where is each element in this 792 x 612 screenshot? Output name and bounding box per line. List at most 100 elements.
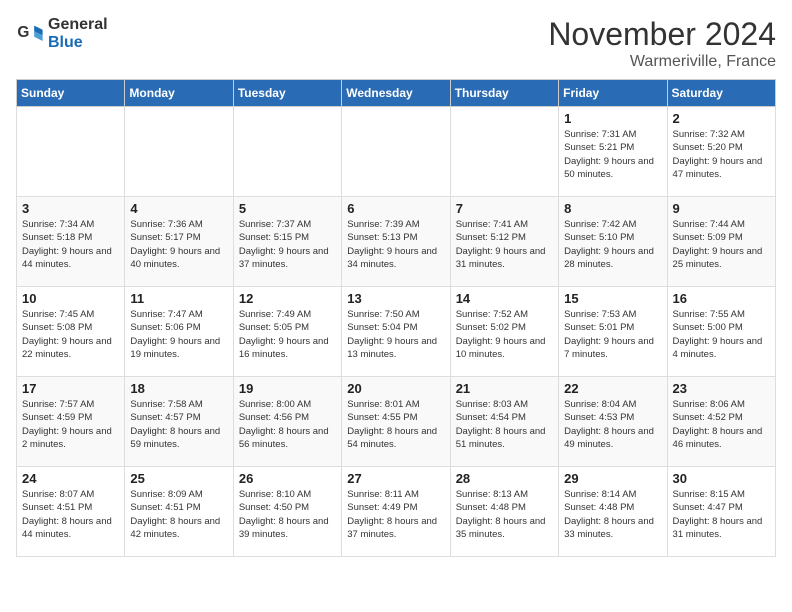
table-row: 11Sunrise: 7:47 AM Sunset: 5:06 PM Dayli…	[125, 287, 233, 377]
day-info: Sunrise: 8:07 AM Sunset: 4:51 PM Dayligh…	[22, 488, 119, 541]
table-row: 1 Sunrise: 7:31 AM Sunset: 5:21 PM Daylig…	[559, 107, 667, 197]
day-info: Sunrise: 8:04 AM Sunset: 4:53 PM Dayligh…	[564, 398, 661, 451]
day-info: Sunrise: 7:45 AM Sunset: 5:08 PM Dayligh…	[22, 308, 119, 361]
day-number: 21	[456, 381, 553, 396]
table-row: 5Sunrise: 7:37 AM Sunset: 5:15 PM Daylig…	[233, 197, 341, 287]
table-row	[17, 107, 125, 197]
table-row: 22 Sunrise: 8:04 AM Sunset: 4:53 PM Dayli…	[559, 377, 667, 467]
table-row	[450, 107, 558, 197]
day-number: 26	[239, 471, 336, 486]
day-number: 10	[22, 291, 119, 306]
header-monday: Monday	[125, 80, 233, 107]
header-saturday: Saturday	[667, 80, 775, 107]
table-row: 12 Sunrise: 7:49 AM Sunset: 5:05 PM Dayli…	[233, 287, 341, 377]
table-row: 9 Sunrise: 7:44 AM Sunset: 5:09 PM Daylig…	[667, 197, 775, 287]
day-number: 19	[239, 381, 336, 396]
table-row: 15 Sunrise: 7:53 AM Sunset: 5:01 PM Dayli…	[559, 287, 667, 377]
day-info: Sunrise: 7:49 AM Sunset: 5:05 PM Dayligh…	[239, 308, 336, 361]
day-number: 6	[347, 201, 444, 216]
day-number: 23	[673, 381, 770, 396]
day-number: 8	[564, 201, 661, 216]
table-row: 25 Sunrise: 8:09 AM Sunset: 4:51 PM Dayli…	[125, 467, 233, 557]
day-info: Sunrise: 7:53 AM Sunset: 5:01 PM Dayligh…	[564, 308, 661, 361]
day-info: Sunrise: 7:58 AM Sunset: 4:57 PM Dayligh…	[130, 398, 227, 451]
logo-icon: G	[16, 20, 44, 48]
day-info: Sunrise: 7:44 AM Sunset: 5:09 PM Dayligh…	[673, 218, 770, 271]
day-info: Sunrise: 7:31 AM Sunset: 5:21 PM Dayligh…	[564, 128, 661, 181]
day-number: 7	[456, 201, 553, 216]
day-info: Sunrise: 8:06 AM Sunset: 4:52 PM Dayligh…	[673, 398, 770, 451]
day-number: 11	[130, 291, 227, 306]
day-number: 29	[564, 471, 661, 486]
table-row: 26 Sunrise: 8:10 AM Sunset: 4:50 PM Dayli…	[233, 467, 341, 557]
calendar-week-row: 3Sunrise: 7:34 AM Sunset: 5:18 PM Daylig…	[17, 197, 776, 287]
day-info: Sunrise: 8:14 AM Sunset: 4:48 PM Dayligh…	[564, 488, 661, 541]
table-row: 20 Sunrise: 8:01 AM Sunset: 4:55 PM Dayli…	[342, 377, 450, 467]
day-info: Sunrise: 7:52 AM Sunset: 5:02 PM Dayligh…	[456, 308, 553, 361]
day-info: Sunrise: 8:01 AM Sunset: 4:55 PM Dayligh…	[347, 398, 444, 451]
table-row	[233, 107, 341, 197]
calendar-table: Sunday Monday Tuesday Wednesday Thursday…	[16, 79, 776, 557]
header-friday: Friday	[559, 80, 667, 107]
table-row: 23 Sunrise: 8:06 AM Sunset: 4:52 PM Dayli…	[667, 377, 775, 467]
day-info: Sunrise: 8:15 AM Sunset: 4:47 PM Dayligh…	[673, 488, 770, 541]
calendar-week-row: 17 Sunrise: 7:57 AM Sunset: 4:59 PM Dayli…	[17, 377, 776, 467]
header-wednesday: Wednesday	[342, 80, 450, 107]
day-info: Sunrise: 8:10 AM Sunset: 4:50 PM Dayligh…	[239, 488, 336, 541]
logo: G General Blue	[16, 16, 108, 52]
table-row: 10 Sunrise: 7:45 AM Sunset: 5:08 PM Dayli…	[17, 287, 125, 377]
day-number: 14	[456, 291, 553, 306]
table-row: 7Sunrise: 7:41 AM Sunset: 5:12 PM Daylig…	[450, 197, 558, 287]
day-number: 4	[130, 201, 227, 216]
table-row: 2Sunrise: 7:32 AM Sunset: 5:20 PM Daylig…	[667, 107, 775, 197]
day-info: Sunrise: 7:50 AM Sunset: 5:04 PM Dayligh…	[347, 308, 444, 361]
day-info: Sunrise: 7:39 AM Sunset: 5:13 PM Dayligh…	[347, 218, 444, 271]
day-info: Sunrise: 7:37 AM Sunset: 5:15 PM Dayligh…	[239, 218, 336, 271]
day-info: Sunrise: 8:03 AM Sunset: 4:54 PM Dayligh…	[456, 398, 553, 451]
day-number: 15	[564, 291, 661, 306]
day-info: Sunrise: 7:34 AM Sunset: 5:18 PM Dayligh…	[22, 218, 119, 271]
table-row: 30 Sunrise: 8:15 AM Sunset: 4:47 PM Dayli…	[667, 467, 775, 557]
svg-text:G: G	[17, 24, 29, 41]
header-tuesday: Tuesday	[233, 80, 341, 107]
day-number: 20	[347, 381, 444, 396]
day-info: Sunrise: 7:57 AM Sunset: 4:59 PM Dayligh…	[22, 398, 119, 451]
day-info: Sunrise: 7:32 AM Sunset: 5:20 PM Dayligh…	[673, 128, 770, 181]
location-title: Warmeriville, France	[548, 53, 776, 71]
table-row: 6 Sunrise: 7:39 AM Sunset: 5:13 PM Daylig…	[342, 197, 450, 287]
day-info: Sunrise: 7:36 AM Sunset: 5:17 PM Dayligh…	[130, 218, 227, 271]
day-number: 17	[22, 381, 119, 396]
table-row: 8 Sunrise: 7:42 AM Sunset: 5:10 PM Daylig…	[559, 197, 667, 287]
day-number: 12	[239, 291, 336, 306]
page-header: G General Blue November 2024 Warmerivill…	[16, 16, 776, 71]
day-number: 13	[347, 291, 444, 306]
day-info: Sunrise: 8:09 AM Sunset: 4:51 PM Dayligh…	[130, 488, 227, 541]
day-number: 9	[673, 201, 770, 216]
day-number: 25	[130, 471, 227, 486]
table-row	[125, 107, 233, 197]
month-title: November 2024	[548, 16, 776, 53]
calendar-week-row: 24 Sunrise: 8:07 AM Sunset: 4:51 PM Dayli…	[17, 467, 776, 557]
day-number: 18	[130, 381, 227, 396]
day-number: 28	[456, 471, 553, 486]
day-number: 1	[564, 111, 661, 126]
table-row	[342, 107, 450, 197]
day-info: Sunrise: 7:42 AM Sunset: 5:10 PM Dayligh…	[564, 218, 661, 271]
logo-text: General Blue	[48, 16, 108, 52]
table-row: 28Sunrise: 8:13 AM Sunset: 4:48 PM Dayli…	[450, 467, 558, 557]
table-row: 16Sunrise: 7:55 AM Sunset: 5:00 PM Dayli…	[667, 287, 775, 377]
calendar-header-row: Sunday Monday Tuesday Wednesday Thursday…	[17, 80, 776, 107]
day-info: Sunrise: 8:11 AM Sunset: 4:49 PM Dayligh…	[347, 488, 444, 541]
day-number: 22	[564, 381, 661, 396]
table-row: 17 Sunrise: 7:57 AM Sunset: 4:59 PM Dayli…	[17, 377, 125, 467]
table-row: 14 Sunrise: 7:52 AM Sunset: 5:02 PM Dayli…	[450, 287, 558, 377]
table-row: 21 Sunrise: 8:03 AM Sunset: 4:54 PM Dayli…	[450, 377, 558, 467]
calendar-week-row: 1 Sunrise: 7:31 AM Sunset: 5:21 PM Daylig…	[17, 107, 776, 197]
table-row: 4 Sunrise: 7:36 AM Sunset: 5:17 PM Daylig…	[125, 197, 233, 287]
header-thursday: Thursday	[450, 80, 558, 107]
day-number: 30	[673, 471, 770, 486]
day-number: 24	[22, 471, 119, 486]
title-block: November 2024 Warmeriville, France	[548, 16, 776, 71]
table-row: 18 Sunrise: 7:58 AM Sunset: 4:57 PM Dayli…	[125, 377, 233, 467]
table-row: 29 Sunrise: 8:14 AM Sunset: 4:48 PM Dayli…	[559, 467, 667, 557]
